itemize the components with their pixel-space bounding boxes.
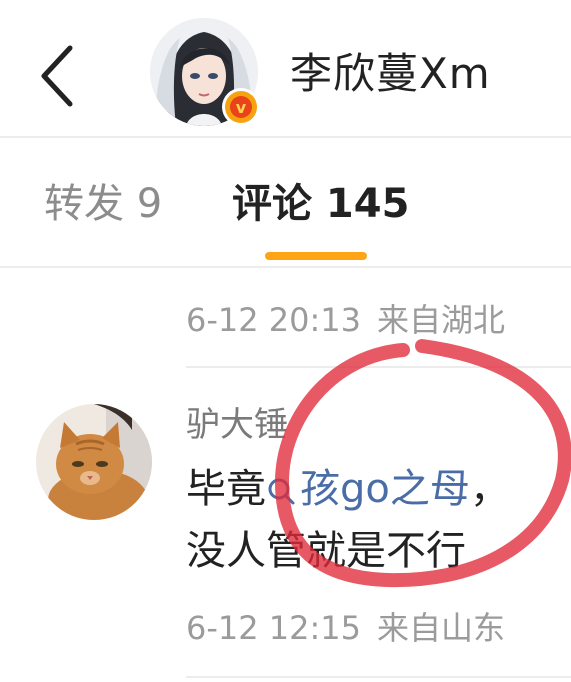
header-username[interactable]: 李欣蔓Xm xyxy=(290,42,491,106)
header-divider xyxy=(0,136,571,138)
comment-text-prefix: 毕竟 xyxy=(186,466,266,512)
active-tab-indicator xyxy=(265,252,367,260)
comment-divider xyxy=(186,676,571,678)
comment-date: 6-12 12:15 xyxy=(186,609,362,647)
verified-letter: v xyxy=(236,98,247,117)
comment-page: v 李欣蔓Xm 转发 9 评论 145 6-12 20:13 来自湖北 驴大锤 … xyxy=(0,0,571,682)
comment-meta: 6-12 20:13 来自湖北 xyxy=(186,298,505,342)
comment-body: 毕竟 孩go之母， 没人管就是不行 xyxy=(186,458,571,582)
comment-location: 来自湖北 xyxy=(377,301,506,339)
comment-date: 6-12 20:13 xyxy=(186,301,362,339)
topic-link[interactable]: 孩go之母 xyxy=(266,466,470,512)
back-button[interactable] xyxy=(30,40,90,110)
comment-line-1: 毕竟 孩go之母， xyxy=(186,458,571,520)
comment-location: 来自山东 xyxy=(377,609,506,647)
verified-badge: v xyxy=(220,86,262,128)
commenter-avatar[interactable] xyxy=(36,404,152,520)
commenter-username[interactable]: 驴大锤 xyxy=(186,402,288,448)
user-avatar-container[interactable]: v xyxy=(150,18,260,126)
comment-line-2: 没人管就是不行 xyxy=(186,528,466,574)
chevron-left-icon xyxy=(41,45,73,107)
search-icon xyxy=(268,478,295,505)
topic-label: 孩go之母 xyxy=(300,466,470,512)
tabs-divider xyxy=(0,266,571,268)
comment-divider xyxy=(186,366,571,368)
tab-comments[interactable]: 评论 145 xyxy=(232,176,409,232)
tab-reposts[interactable]: 转发 9 xyxy=(44,176,162,232)
header: v 李欣蔓Xm xyxy=(0,0,571,136)
comment-meta: 6-12 12:15 来自山东 xyxy=(186,606,505,650)
comment-text-after-topic: ， xyxy=(469,466,510,512)
verified-v-icon: v xyxy=(222,88,260,126)
